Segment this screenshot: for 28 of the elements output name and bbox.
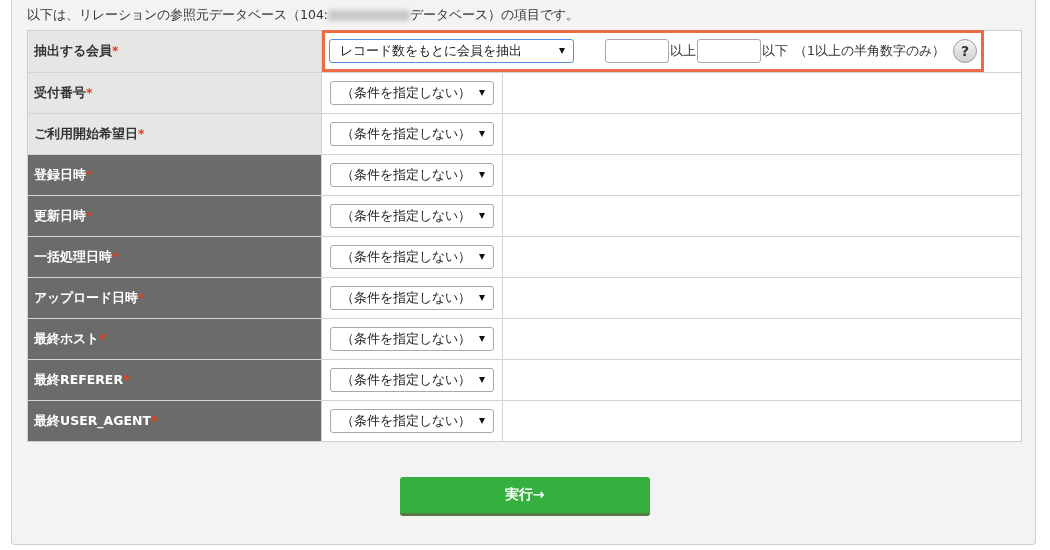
row-label: 抽出する会員* (34, 43, 119, 60)
condition-select[interactable]: （条件を指定しない） (330, 204, 494, 228)
row-label: 更新日時* (34, 207, 93, 225)
condition-select[interactable]: （条件を指定しない） (330, 327, 494, 351)
condition-select[interactable]: （条件を指定しない） (330, 368, 494, 392)
max-input[interactable] (697, 39, 761, 63)
row-label: 最終USER_AGENT* (34, 412, 158, 430)
condition-select[interactable]: （条件を指定しない） (330, 245, 494, 269)
min-input[interactable] (605, 39, 669, 63)
row-label: 最終REFERER* (34, 371, 130, 389)
extract-mode-select[interactable]: レコード数をもとに会員を抽出 (329, 39, 574, 63)
input-note: （1以上の半角数字のみ） (794, 42, 945, 60)
max-suffix: 以下 (762, 42, 788, 60)
intro-text: データベース）の項目です。 (410, 6, 580, 24)
intro-text: 以下は、リレーションの参照元データベース（104: (27, 6, 329, 24)
condition-select[interactable]: （条件を指定しない） (330, 163, 494, 187)
min-suffix: 以上 (670, 42, 696, 60)
row-label: ご利用開始希望日* (34, 125, 145, 143)
row-label: 一括処理日時* (34, 248, 119, 266)
row-label: アップロード日時* (34, 289, 145, 307)
row-label: 受付番号* (34, 84, 93, 102)
condition-select[interactable]: （条件を指定しない） (330, 81, 494, 105)
row-label: 最終ホスト* (34, 330, 106, 348)
row-label: 登録日時* (34, 166, 93, 184)
help-button[interactable]: ? (952, 39, 977, 63)
condition-select[interactable]: （条件を指定しない） (330, 122, 494, 146)
condition-select[interactable]: （条件を指定しない） (330, 409, 494, 433)
condition-select[interactable]: （条件を指定しない） (330, 286, 494, 310)
